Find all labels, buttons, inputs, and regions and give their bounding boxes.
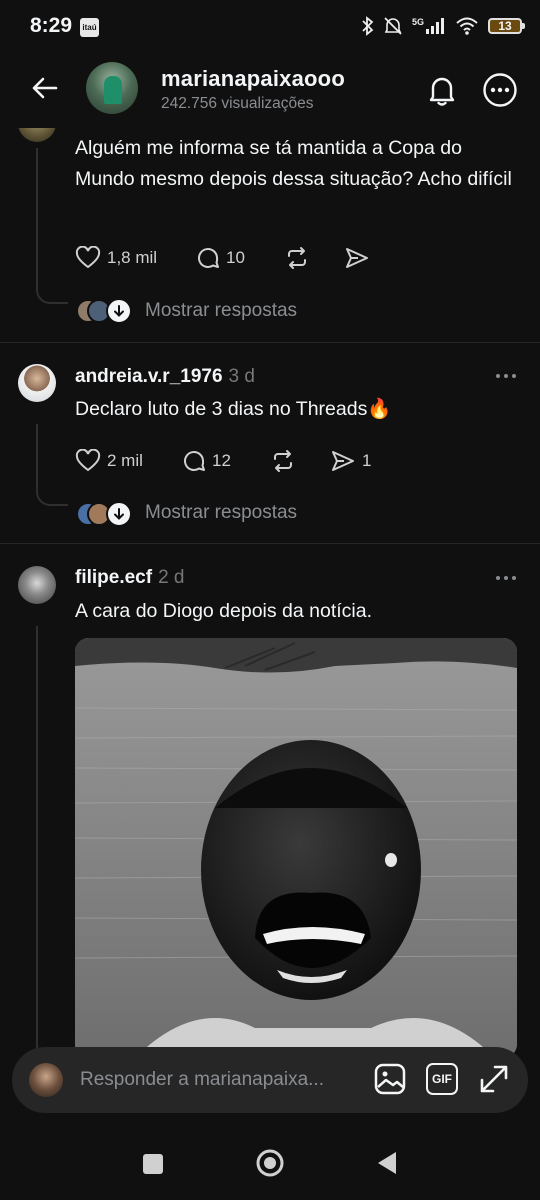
author-username[interactable]: marianapaixaooo: [161, 66, 345, 92]
my-avatar: [29, 1063, 63, 1097]
bell-icon[interactable]: [424, 72, 460, 108]
reply-composer[interactable]: Responder a marianapaixa... GIF: [12, 1047, 528, 1113]
like-count: 1,8 mil: [107, 248, 158, 267]
thread-connector: [36, 486, 68, 506]
home-button[interactable]: [255, 1148, 285, 1178]
mute-icon: [384, 17, 402, 35]
carrier-badge: itaú: [80, 18, 99, 37]
post-text: Declaro luto de 3 dias no Threads🔥: [75, 398, 392, 420]
divider: [0, 342, 540, 343]
reply-avatars: [76, 298, 132, 324]
comment-button[interactable]: 10: [196, 246, 245, 270]
more-horizontal-icon[interactable]: [494, 372, 518, 380]
divider: [0, 543, 540, 544]
thread-connector: [36, 284, 68, 304]
signal-5g-icon: 5G: [412, 17, 444, 34]
more-options-icon[interactable]: [482, 72, 518, 108]
post-avatar[interactable]: [18, 566, 56, 604]
image-icon[interactable]: [374, 1063, 406, 1095]
heart-icon: [75, 449, 101, 472]
post-username[interactable]: filipe.ecf 2 d: [75, 567, 185, 589]
like-count: 2 mil: [107, 451, 143, 470]
heart-icon: [75, 246, 101, 269]
replies-feed[interactable]: Alguém me informa se tá mantida a Copa d…: [0, 128, 540, 1200]
author-avatar[interactable]: [86, 62, 138, 114]
gif-button[interactable]: GIF: [426, 1063, 458, 1095]
repost-icon[interactable]: [284, 246, 310, 270]
system-nav-bar: [0, 1128, 540, 1200]
post-username[interactable]: andreia.v.r_1976 3 d: [75, 366, 255, 388]
reply-avatars: [76, 501, 132, 527]
back-button[interactable]: [375, 1150, 399, 1176]
show-replies-link[interactable]: Mostrar respostas: [145, 502, 297, 524]
chevron-down-icon: [106, 298, 132, 324]
thread-line: [36, 424, 38, 490]
comment-icon: [184, 451, 205, 471]
post-image[interactable]: [75, 638, 517, 1058]
photo-illustration: [75, 638, 517, 1058]
share-button[interactable]: 1: [330, 449, 371, 473]
post-avatar[interactable]: [18, 128, 56, 142]
bluetooth-icon: [362, 16, 374, 36]
view-count: 242.756 visualizações: [161, 95, 314, 112]
back-arrow-icon[interactable]: [28, 72, 60, 104]
thread-header: marianapaixaooo 242.756 visualizações: [0, 56, 540, 128]
chevron-down-icon: [106, 501, 132, 527]
expand-icon[interactable]: [478, 1063, 510, 1095]
like-button[interactable]: 1,8 mil: [75, 246, 157, 270]
send-icon[interactable]: [344, 246, 370, 270]
post-text: Alguém me informa se tá mantida a Copa d…: [75, 137, 512, 190]
post-text: A cara do Diogo depois da notícia.: [75, 600, 373, 622]
comment-icon: [198, 248, 219, 268]
recents-button[interactable]: [143, 1154, 163, 1174]
system-icons: 5G 13: [362, 12, 525, 40]
reply-count: 12: [212, 451, 231, 470]
battery-indicator: 13: [488, 18, 525, 34]
clock: 8:29: [30, 14, 73, 37]
post-time: 3 d: [228, 366, 255, 387]
repost-icon[interactable]: [270, 449, 296, 473]
post-avatar[interactable]: [18, 364, 56, 402]
svg-text:5G: 5G: [412, 17, 424, 27]
post-time: 2 d: [158, 567, 185, 588]
thread-line: [36, 626, 38, 1056]
status-bar: 8:29 itaú 5G 13: [0, 0, 540, 56]
thread-line: [36, 148, 38, 288]
show-replies-link[interactable]: Mostrar respostas: [145, 300, 297, 322]
more-horizontal-icon[interactable]: [494, 574, 518, 582]
reply-input[interactable]: Responder a marianapaixa...: [80, 1069, 324, 1091]
wifi-icon: [456, 17, 478, 35]
reply-count: 10: [226, 248, 245, 267]
comment-button[interactable]: 12: [182, 449, 231, 473]
like-button[interactable]: 2 mil: [75, 449, 143, 473]
send-icon: [332, 451, 354, 471]
share-count: 1: [362, 451, 372, 470]
